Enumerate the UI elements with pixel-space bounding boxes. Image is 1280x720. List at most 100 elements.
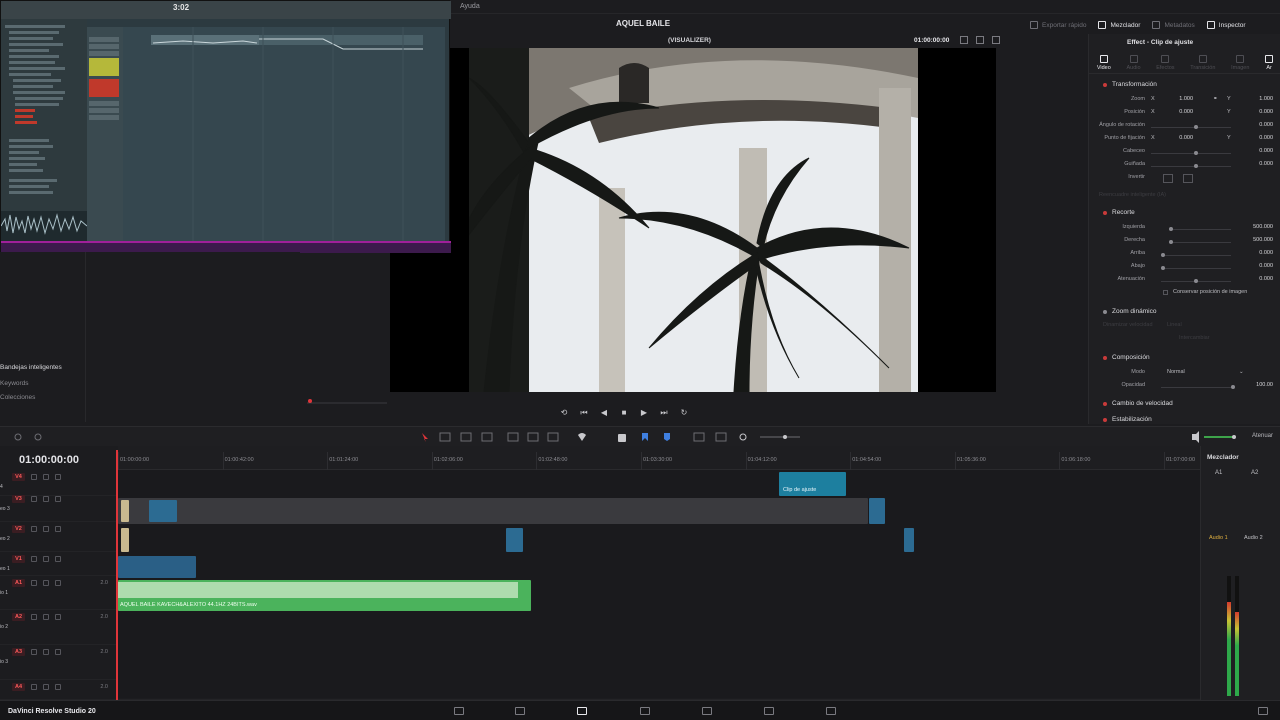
- cut-page-icon[interactable]: [515, 707, 525, 715]
- fusion-page-icon[interactable]: [640, 707, 650, 715]
- auto-select-icon[interactable]: [43, 526, 49, 532]
- link-icon[interactable]: ⚭: [1213, 96, 1218, 102]
- skip-forward-icon[interactable]: ⏭: [660, 409, 668, 417]
- tab-more[interactable]: Ar: [1265, 52, 1274, 73]
- enable-dot-icon[interactable]: [1103, 309, 1107, 314]
- quick-export-button[interactable]: Exportar rápido: [1030, 21, 1086, 29]
- lock-icon[interactable]: [31, 684, 37, 690]
- auto-select-icon[interactable]: [43, 649, 49, 655]
- timeline-timecode[interactable]: 01:00:00:00: [19, 454, 79, 466]
- viewer[interactable]: [390, 48, 996, 392]
- inspector-button[interactable]: Inspector: [1206, 21, 1246, 29]
- section-composite[interactable]: Composición: [1103, 354, 1150, 361]
- edit-page-icon[interactable]: [577, 707, 587, 715]
- video-clip[interactable]: [121, 528, 129, 552]
- enable-dot-icon[interactable]: [1103, 417, 1107, 422]
- lock-icon[interactable]: [31, 614, 37, 620]
- video-clip[interactable]: [904, 528, 914, 552]
- enable-icon[interactable]: [55, 526, 61, 532]
- play-reverse-icon[interactable]: ◀: [600, 409, 608, 417]
- lock-icon[interactable]: [31, 474, 37, 480]
- enable-icon[interactable]: [55, 556, 61, 562]
- section-dynamic-zoom[interactable]: Zoom dinámico: [1103, 308, 1156, 315]
- viewer-scrubber[interactable]: [307, 398, 387, 408]
- video-clip[interactable]: [121, 500, 129, 522]
- lock-icon[interactable]: [31, 649, 37, 655]
- tab-image[interactable]: Imagen: [1231, 52, 1249, 73]
- track-badge[interactable]: A2: [12, 613, 25, 621]
- home-icon[interactable]: [1258, 707, 1268, 715]
- enable-icon[interactable]: [55, 474, 61, 480]
- skip-back-icon[interactable]: ⏮: [580, 409, 588, 417]
- track-header[interactable]: V1: [0, 554, 118, 564]
- tab-video[interactable]: Video: [1097, 52, 1111, 73]
- color-page-icon[interactable]: [702, 707, 712, 715]
- track-badge[interactable]: V2: [12, 525, 25, 533]
- collections[interactable]: Colecciones: [0, 394, 35, 401]
- repeat-icon[interactable]: ↻: [680, 409, 688, 417]
- auto-select-icon[interactable]: [43, 614, 49, 620]
- fl-channel-rack[interactable]: [87, 27, 123, 241]
- param-softness[interactable]: Atenuación 0.000: [1089, 276, 1280, 286]
- deliver-page-icon[interactable]: [826, 707, 836, 715]
- lock-icon[interactable]: [31, 580, 37, 586]
- fl-playlist[interactable]: [123, 27, 445, 241]
- enable-icon[interactable]: [55, 614, 61, 620]
- stop-icon[interactable]: ■: [620, 409, 628, 417]
- param-crop-bottom[interactable]: Abajo 0.000: [1089, 263, 1280, 273]
- dim-button[interactable]: Atenuar: [1252, 433, 1273, 439]
- metadata-button[interactable]: Metadatos: [1152, 21, 1195, 29]
- track-badge[interactable]: V1: [12, 555, 25, 563]
- audio-clip[interactable]: AQUEL BAILE KAVECH&ALEXITO 44.1HZ 24BITS…: [118, 580, 531, 611]
- track-badge[interactable]: A1: [12, 579, 25, 587]
- param-rotation[interactable]: Ángulo de rotación 0.000: [1089, 122, 1280, 132]
- mixer-button[interactable]: Mezclador: [1098, 21, 1140, 29]
- track-badge[interactable]: A4: [12, 683, 25, 691]
- viewer-options-icon[interactable]: [960, 36, 968, 44]
- enable-dot-icon[interactable]: [1103, 210, 1107, 215]
- auto-select-icon[interactable]: [43, 496, 49, 502]
- auto-select-icon[interactable]: [43, 580, 49, 586]
- param-crop-top[interactable]: Arriba 0.000: [1089, 250, 1280, 260]
- tab-effects[interactable]: Efectos: [1156, 52, 1175, 73]
- tab-audio[interactable]: Audio: [1126, 52, 1141, 73]
- keywords[interactable]: Keywords: [0, 380, 29, 387]
- section-stabilization[interactable]: Estabilización: [1103, 416, 1152, 423]
- fl-studio-window[interactable]: 3:02: [0, 0, 451, 253]
- lock-icon[interactable]: [31, 556, 37, 562]
- lock-icon[interactable]: [31, 526, 37, 532]
- enable-icon[interactable]: [55, 496, 61, 502]
- param-opacity[interactable]: Opacidad 100.00: [1089, 382, 1280, 392]
- fairlight-page-icon[interactable]: [764, 707, 774, 715]
- param-pitch[interactable]: Cabeceo 0.000: [1089, 148, 1280, 158]
- video-clip[interactable]: [869, 498, 885, 524]
- adjustment-clip[interactable]: Clip de ajuste: [779, 472, 846, 496]
- enable-dot-icon[interactable]: [1103, 401, 1107, 406]
- param-composite-mode[interactable]: Modo Normal ⌄: [1089, 369, 1280, 379]
- enable-icon[interactable]: [55, 649, 61, 655]
- track-badge[interactable]: V3: [12, 495, 25, 503]
- param-keep-position[interactable]: Conservar posición de imagen: [1089, 289, 1280, 299]
- menu-ayuda[interactable]: Ayuda: [460, 3, 480, 10]
- flip-v-icon[interactable]: [1183, 174, 1193, 183]
- fl-browser[interactable]: [0, 19, 88, 241]
- smart-bins[interactable]: Bandejas inteligentes: [0, 364, 62, 371]
- media-page-icon[interactable]: [454, 707, 464, 715]
- video-clip[interactable]: [506, 528, 523, 552]
- timeline-ruler[interactable]: 01:00:00:00 01:00:42:00 01:01:24:00 01:02:0…: [118, 446, 1200, 470]
- track-header[interactable]: V4: [0, 472, 118, 482]
- flip-h-icon[interactable]: [1163, 174, 1173, 183]
- track-header[interactable]: V2: [0, 524, 118, 534]
- section-crop[interactable]: Recorte: [1103, 209, 1135, 216]
- param-crop-left[interactable]: Izquierda 500.000: [1089, 224, 1280, 234]
- v3-track-clips[interactable]: [118, 498, 868, 524]
- section-speed[interactable]: Cambio de velocidad: [1103, 400, 1173, 407]
- lock-icon[interactable]: [31, 496, 37, 502]
- enable-icon[interactable]: [55, 580, 61, 586]
- param-zoom[interactable]: Zoom X 1.000 ⚭ Y 1.000: [1089, 96, 1280, 106]
- checkbox-icon[interactable]: [1163, 290, 1168, 295]
- chevron-down-icon[interactable]: ⌄: [1239, 369, 1244, 375]
- param-yaw[interactable]: Guiñada 0.000: [1089, 161, 1280, 171]
- viewer-size-icon[interactable]: [976, 36, 984, 44]
- section-transform[interactable]: Transformación: [1103, 81, 1157, 88]
